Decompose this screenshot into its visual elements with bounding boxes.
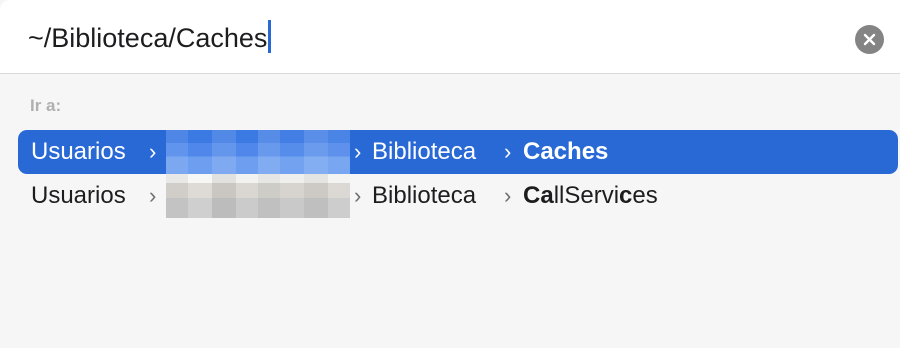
leaf-rest-1: llServi <box>553 182 620 209</box>
path-segment-root: Usuarios <box>31 138 126 165</box>
chevron-right-icon: › <box>354 183 362 208</box>
path-segment-leaf: CallServices <box>523 174 658 218</box>
path-segment-library: Biblioteca <box>372 182 477 209</box>
chevron-right-icon: › <box>504 139 512 164</box>
go-to-folder-dialog: ~/Biblioteca/Caches Ir a: Usuarios › › B… <box>0 0 900 348</box>
chevron-right-icon: › <box>504 183 512 208</box>
leaf-match-3: c <box>619 182 633 209</box>
result-row-callservices[interactable]: Usuarios › › Biblioteca › CallServices <box>18 174 898 218</box>
results-list: Usuarios › › Biblioteca › Caches Usuario… <box>0 130 900 218</box>
chevron-right-icon: › <box>149 183 157 208</box>
result-row-caches[interactable]: Usuarios › › Biblioteca › Caches <box>18 130 898 174</box>
leaf-match-1: C <box>523 182 541 209</box>
x-mark-icon <box>863 33 876 46</box>
chevron-right-icon: › <box>149 139 157 164</box>
path-segment-root: Usuarios <box>31 182 126 209</box>
path-bar: ~/Biblioteca/Caches <box>0 0 900 74</box>
path-input[interactable] <box>28 16 828 60</box>
pixelated-username <box>166 174 350 218</box>
leaf-rest-2: es <box>632 182 658 209</box>
pixelated-username <box>166 130 350 174</box>
section-label: Ir a: <box>30 96 62 115</box>
leaf-match-2: a <box>540 182 554 209</box>
path-segment-leaf: Caches <box>523 138 609 165</box>
path-segment-library: Biblioteca <box>372 138 477 165</box>
chevron-right-icon: › <box>354 139 362 164</box>
clear-button[interactable] <box>855 25 884 54</box>
